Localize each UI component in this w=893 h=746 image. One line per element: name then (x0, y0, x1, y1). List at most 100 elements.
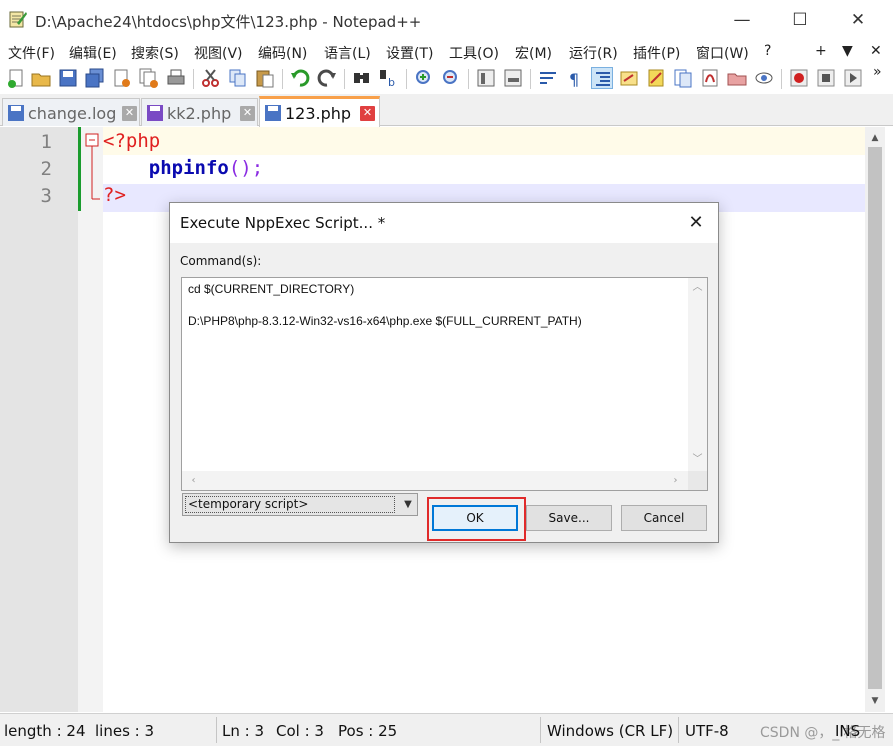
command-line: cd $(CURRENT_DIRECTORY) (188, 282, 355, 296)
chevron-right-icon[interactable]: › (666, 471, 685, 490)
menu-help[interactable]: ? (764, 43, 771, 59)
func-list-icon[interactable] (672, 67, 694, 89)
code-line-1: <?php (103, 130, 160, 152)
menu-search[interactable]: 搜索(S) (131, 43, 179, 63)
line-background (103, 127, 865, 155)
menu-tools[interactable]: 工具(O) (449, 43, 499, 63)
redo-icon[interactable] (316, 67, 338, 89)
cancel-button[interactable]: Cancel (621, 505, 707, 531)
notepad-window: D:\Apache24\htdocs\php文件\123.php - Notep… (0, 0, 893, 746)
command-line: D:\PHP8\php-8.3.12-Win32-vs16-x64\php.ex… (188, 314, 582, 328)
sync-h-icon[interactable] (502, 67, 524, 89)
status-encoding[interactable]: UTF-8 (685, 722, 729, 740)
menu-language[interactable]: 语言(L) (324, 43, 371, 63)
save-button[interactable]: Save... (526, 505, 612, 531)
tab-close-button[interactable]: ✕ (122, 106, 137, 121)
punctuation: (); (228, 157, 264, 179)
menu-encoding[interactable]: 编码(N) (258, 43, 307, 63)
cut-icon[interactable] (200, 67, 222, 89)
toolbar-separator (468, 69, 469, 89)
toolbar-overflow-button[interactable]: » (873, 64, 882, 80)
tab-list-dropdown[interactable]: ▼ (842, 43, 853, 59)
close-icon[interactable] (111, 67, 133, 89)
lang-icon[interactable] (618, 67, 640, 89)
menu-settings[interactable]: 设置(T) (386, 43, 433, 63)
toolbar-separator (344, 69, 345, 89)
status-length: length : 24 (4, 722, 86, 740)
menu-file[interactable]: 文件(F) (8, 43, 55, 63)
status-separator (216, 717, 217, 743)
add-tab-button[interactable]: + (815, 43, 827, 59)
tab-close-button[interactable]: ✕ (240, 106, 255, 121)
close-window-button[interactable]: ✕ (840, 6, 876, 34)
line-number: 2 (40, 158, 52, 180)
chevron-down-icon[interactable]: ▼ (400, 496, 416, 513)
commands-textarea[interactable]: cd $(CURRENT_DIRECTORY) D:\PHP8\php-8.3.… (181, 277, 708, 491)
copy-icon[interactable] (227, 67, 249, 89)
play-macro-icon[interactable] (842, 67, 864, 89)
editor-vertical-scrollbar[interactable]: ▲ ▼ (865, 127, 885, 712)
chevron-up-icon[interactable]: ︿ (688, 278, 707, 297)
chevron-down-icon[interactable]: ﹀ (688, 450, 707, 469)
commands-horizontal-scrollbar[interactable]: ‹ › (182, 471, 688, 490)
tab-kk2-php[interactable]: kk2.php ✕ (141, 98, 258, 126)
tab-123-php[interactable]: 123.php ✕ (259, 96, 380, 127)
zoom-out-icon[interactable] (440, 67, 462, 89)
toolbar-separator (193, 69, 194, 89)
watermark: CSDN @，_I格无格 (760, 725, 886, 741)
close-all-icon[interactable] (138, 67, 160, 89)
status-eol[interactable]: Windows (CR LF) (547, 722, 673, 740)
dialog-title: Execute NppExec Script... * (180, 214, 386, 232)
tab-close-button[interactable]: ✕ (360, 106, 375, 121)
stop-macro-icon[interactable] (815, 67, 837, 89)
menu-plugins[interactable]: 插件(P) (633, 43, 680, 63)
menu-window[interactable]: 窗口(W) (696, 43, 749, 63)
monitor-icon[interactable] (753, 67, 775, 89)
scroll-up-arrow[interactable]: ▲ (865, 129, 885, 147)
toolbar-separator (406, 69, 407, 89)
disk-icon (8, 105, 24, 121)
script-select[interactable]: <temporary script> ▼ (182, 493, 418, 516)
menu-view[interactable]: 视图(V) (194, 43, 243, 63)
status-col: Col : 3 (276, 722, 324, 740)
nppexec-dialog: Execute NppExec Script... * ✕ Command(s)… (169, 202, 719, 543)
replace-icon[interactable]: b (378, 67, 400, 89)
doc-map-icon[interactable] (645, 67, 667, 89)
pdf-icon[interactable] (699, 67, 721, 89)
indent-guide-icon[interactable] (591, 67, 613, 89)
open-file-icon[interactable] (30, 67, 52, 89)
zoom-in-icon[interactable] (413, 67, 435, 89)
scroll-thumb[interactable] (868, 147, 882, 689)
toolbar-separator (781, 69, 782, 89)
folder-workspace-icon[interactable] (726, 67, 748, 89)
sync-v-icon[interactable] (475, 67, 497, 89)
commands-vertical-scrollbar[interactable]: ︿ ﹀ (688, 278, 707, 471)
fold-margin (78, 127, 103, 712)
close-doc-button[interactable]: ✕ (870, 43, 882, 59)
menu-run[interactable]: 运行(R) (569, 43, 618, 63)
dialog-close-button[interactable]: ✕ (678, 209, 714, 237)
minimize-button[interactable]: — (724, 6, 760, 34)
find-icon[interactable] (351, 67, 373, 89)
new-file-icon[interactable] (5, 67, 27, 89)
notepad-app-icon (9, 11, 27, 28)
save-icon[interactable] (57, 67, 79, 89)
show-all-chars-icon[interactable]: ¶ (564, 67, 586, 89)
disk-icon (265, 105, 281, 121)
record-macro-icon[interactable] (788, 67, 810, 89)
menu-macro[interactable]: 宏(M) (515, 43, 552, 63)
chevron-left-icon[interactable]: ‹ (184, 471, 203, 490)
tab-change-log[interactable]: change.log ✕ (2, 98, 140, 126)
maximize-button[interactable]: ☐ (782, 6, 818, 34)
code-line-3: ?> (103, 184, 126, 206)
ok-button[interactable]: OK (432, 505, 518, 531)
save-all-icon[interactable] (84, 67, 106, 89)
scroll-down-arrow[interactable]: ▼ (865, 692, 885, 710)
word-wrap-icon[interactable] (537, 67, 559, 89)
paste-icon[interactable] (254, 67, 276, 89)
svg-text:¶: ¶ (569, 70, 579, 89)
print-icon[interactable] (165, 67, 187, 89)
menu-edit[interactable]: 编辑(E) (69, 43, 117, 63)
undo-icon[interactable] (289, 67, 311, 89)
menu-bar: 文件(F) 编辑(E) 搜索(S) 视图(V) 编码(N) 语言(L) 设置(T… (0, 40, 893, 64)
